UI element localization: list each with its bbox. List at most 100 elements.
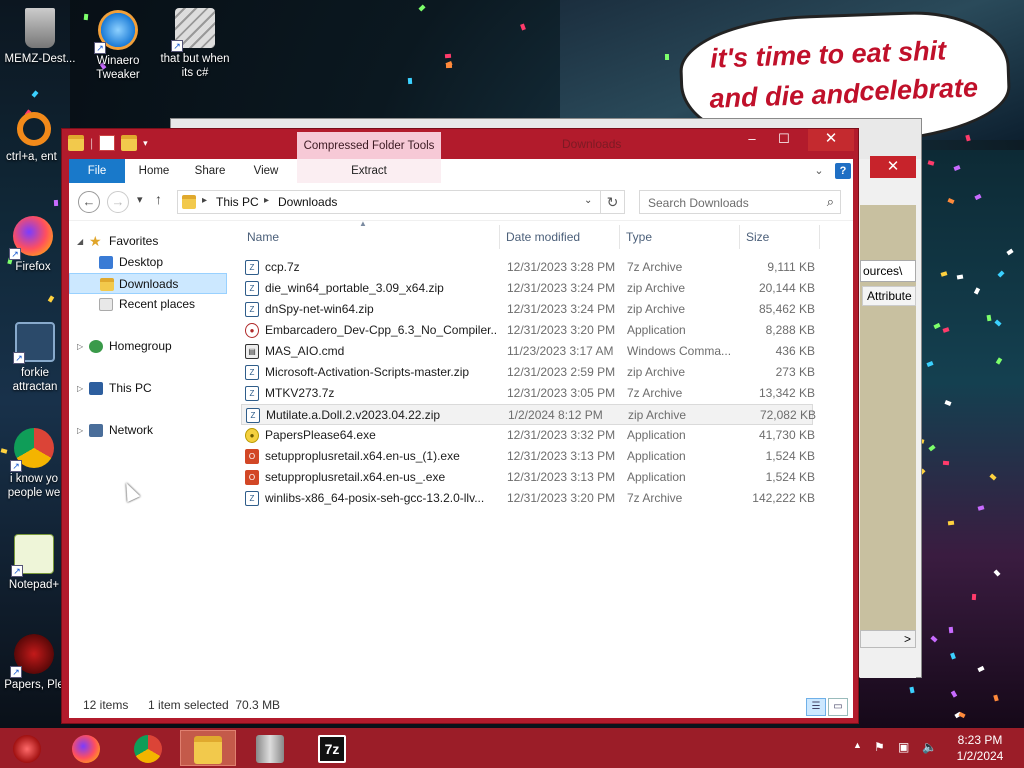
breadcrumb-separator-icon[interactable]: ▸ <box>264 195 269 206</box>
column-header-size[interactable]: Size <box>746 221 769 253</box>
folder-icon[interactable] <box>68 135 84 151</box>
address-bar[interactable]: ▸ This PC ▸ Downloads ⌄ <box>177 190 601 214</box>
background-window-close-button[interactable]: ✕ <box>870 156 916 178</box>
file-date-modified: 12/31/2023 3:32 PM <box>507 428 616 442</box>
taskbar-chrome[interactable] <box>120 730 176 766</box>
collapse-icon[interactable]: ◢ <box>77 231 83 252</box>
taskbar-7zip[interactable]: 7z <box>304 730 360 766</box>
star-icon: ★ <box>89 233 102 249</box>
taskbar-clock[interactable]: 8:23 PM 1/2/2024 <box>952 732 1008 764</box>
archive-file-icon: Z <box>245 260 259 275</box>
file-row[interactable]: Z Microsoft-Activation-Scripts-master.zip… <box>241 362 815 383</box>
nav-network[interactable]: ▷ Network <box>69 420 227 441</box>
file-row[interactable]: Osetupproplusretail.x64.en-us_(1).exe 12/… <box>241 446 815 467</box>
desktop-icon-memz[interactable]: MEMZ-Dest... <box>0 8 80 66</box>
start-orb-icon <box>13 734 41 763</box>
maximize-button[interactable]: ☐ <box>768 129 800 151</box>
tab-share[interactable]: Share <box>185 159 235 183</box>
taskbar-firefox[interactable] <box>58 730 114 766</box>
file-date-modified: 12/31/2023 3:24 PM <box>507 302 616 316</box>
clock-date: 1/2/2024 <box>956 749 1004 763</box>
background-window-scroll-right[interactable]: > <box>860 630 916 648</box>
network-status-icon[interactable]: ▣ <box>898 740 909 754</box>
tab-home[interactable]: Home <box>129 159 179 183</box>
file-row[interactable]: ● Embarcadero_Dev-Cpp_6.3_No_Compiler... 1… <box>241 320 815 341</box>
up-button[interactable]: ↑ <box>155 191 162 207</box>
nav-homegroup[interactable]: ▷ Homegroup <box>69 336 227 357</box>
tab-extract[interactable]: Extract <box>297 159 441 183</box>
volume-muted-icon[interactable]: 🔈 <box>922 740 937 754</box>
expand-icon[interactable]: ▷ <box>77 378 83 399</box>
breadcrumb-downloads[interactable]: Downloads <box>278 195 337 209</box>
nav-favorites[interactable]: ◢ ★ Favorites <box>69 231 227 252</box>
archive-file-icon: Z <box>246 408 260 423</box>
file-row[interactable]: Zwinlibs-x86_64-posix-seh-gcc-13.2.0-llv… <box>241 488 815 509</box>
desktop-icon-firefox[interactable]: ↗ Firefox <box>0 216 68 274</box>
show-hidden-icons-icon[interactable]: ▲ <box>853 740 862 750</box>
properties-icon[interactable] <box>99 135 116 151</box>
new-folder-icon[interactable] <box>121 135 138 151</box>
desktop-icon-papers[interactable]: ↗ Papers, Ple <box>0 634 70 692</box>
expand-icon[interactable]: ▷ <box>77 420 83 441</box>
file-name: dnSpy-net-win64.zip <box>265 302 374 316</box>
desktop-icon-label: forkie attractan <box>12 367 58 393</box>
recent-locations-chevron-icon[interactable]: ▾ <box>137 193 143 206</box>
quick-access-toolbar: | ▾ <box>68 135 148 151</box>
refresh-button[interactable]: ↻ <box>601 190 625 214</box>
file-type: 7z Archive <box>627 491 683 505</box>
help-icon[interactable]: ? <box>835 163 851 179</box>
context-tab-compressed-folder-tools[interactable]: Compressed Folder Tools <box>297 132 441 160</box>
column-header-type[interactable]: Type <box>626 221 652 253</box>
file-name: setupproplusretail.x64.en-us_(1).exe <box>265 449 460 463</box>
file-row[interactable]: ▤ MAS_AIO.cmd 11/23/2023 3:17 AM Windows Co… <box>241 341 815 362</box>
file-row[interactable]: Zdie_win64_portable_3.09_x64.zip 12/31/20… <box>241 278 815 299</box>
file-name: Embarcadero_Dev-Cpp_6.3_No_Compiler... <box>265 323 497 337</box>
chevron-down-icon[interactable]: ⌄ <box>584 195 592 206</box>
taskbar-file-explorer[interactable] <box>180 730 236 766</box>
papers-icon: ↗ <box>10 634 54 678</box>
desktop-icon-chrome[interactable]: ↗ i know yo people we <box>0 428 70 500</box>
desktop-icon-notepadpp[interactable]: ↗ Notepad+ <box>0 534 70 592</box>
nav-recent-places[interactable]: Recent places <box>69 294 227 315</box>
back-button[interactable]: ← <box>78 191 100 213</box>
desktop-icon-forkie[interactable]: ↗ forkie attractan <box>0 322 70 394</box>
tab-view[interactable]: View <box>241 159 291 183</box>
desktop-icon-csharp[interactable]: ↗ that but when its c# <box>155 8 235 80</box>
breadcrumb-this-pc[interactable]: This PC <box>216 195 259 209</box>
nav-desktop[interactable]: Desktop <box>69 252 227 273</box>
file-date-modified: 1/2/2024 8:12 PM <box>508 408 603 422</box>
details-view-button[interactable]: ☰ <box>806 698 826 716</box>
confetti-piece <box>948 626 954 634</box>
file-row[interactable]: ● PapersPlease64.exe 12/31/2023 3:32 PM App… <box>241 425 815 446</box>
large-icons-view-button[interactable]: ▭ <box>828 698 848 716</box>
network-icon <box>89 424 103 437</box>
desktop-icon-label: MEMZ-Dest... <box>4 53 76 65</box>
column-header-name[interactable]: Name <box>247 221 279 253</box>
pp-file-icon: ● <box>245 428 259 443</box>
archive-file-icon: Z <box>245 365 259 380</box>
nav-this-pc[interactable]: ▷ This PC <box>69 378 227 399</box>
action-center-flag-icon[interactable]: ⚑ <box>874 740 885 754</box>
background-window-combo[interactable]: ources\ <box>860 260 916 282</box>
search-input[interactable]: Search Downloads ⌕ <box>639 190 841 214</box>
breadcrumb-separator-icon[interactable]: ▸ <box>202 195 207 206</box>
taskbar-winrar[interactable] <box>242 730 298 766</box>
column-header-date-modified[interactable]: Date modified <box>506 221 580 253</box>
file-row[interactable]: Z Mutilate.a.Doll.2.v2023.04.22.zip 1/2/20… <box>241 404 816 425</box>
start-button[interactable] <box>2 730 52 766</box>
chevron-down-icon[interactable]: ▾ <box>143 138 148 149</box>
forward-button[interactable]: → <box>107 191 129 213</box>
file-row[interactable]: Osetupproplusretail.x64.en-us_.exe 12/31/… <box>241 467 815 488</box>
file-row[interactable]: Zccp.7z 12/31/2023 3:28 PM 7z Archive 9,111… <box>241 257 815 278</box>
file-row[interactable]: Z MTKV273.7z 12/31/2023 3:05 PM 7z Archive 1… <box>241 383 815 404</box>
close-button[interactable]: ✕ <box>808 129 854 151</box>
expand-icon[interactable]: ▷ <box>77 336 83 357</box>
expand-ribbon-icon[interactable]: ⌄ <box>811 163 827 179</box>
nav-downloads[interactable]: Downloads <box>69 273 227 294</box>
file-size: 13,342 KB <box>758 386 815 400</box>
file-row[interactable]: ZdnSpy-net-win64.zip 12/31/2023 3:24 PM zi… <box>241 299 815 320</box>
desktop-icon-winaero[interactable]: ↗ Winaero Tweaker <box>78 10 158 82</box>
minimize-button[interactable]: – <box>736 129 768 151</box>
tab-file[interactable]: File <box>69 159 125 183</box>
background-window-attribute-header[interactable]: Attribute <box>862 286 916 306</box>
